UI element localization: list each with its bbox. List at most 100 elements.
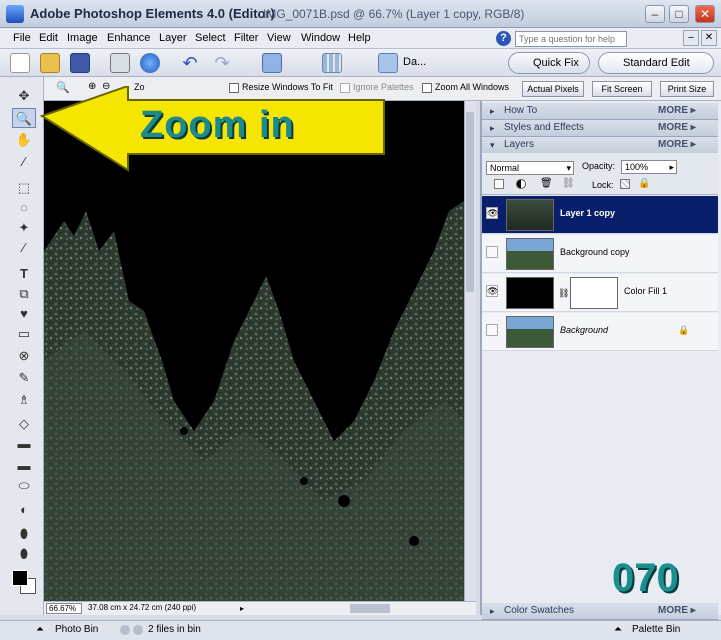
layer-row-background-copy[interactable]: Background copy <box>482 235 718 273</box>
document-dimensions: 37.08 cm x 24.72 cm (240 ppi) <box>88 603 197 612</box>
layer-name: Background copy <box>560 247 630 257</box>
layer-row-layer1copy[interactable]: 👁 Layer 1 copy <box>482 196 718 234</box>
brush-tool-icon[interactable]: ▬ <box>12 434 36 454</box>
zoom-tool-icon[interactable]: 🔍 <box>12 108 36 128</box>
styles-more-button[interactable]: MORE ▸ <box>658 120 696 136</box>
magic-wand-tool-icon[interactable]: ✦ <box>12 218 36 238</box>
print-icon[interactable] <box>110 53 130 73</box>
photo-bin-toggle-icon[interactable]: ⏶ <box>36 624 44 635</box>
print-size-button[interactable]: Print Size <box>660 81 714 97</box>
delete-layer-icon[interactable]: 🗑 <box>540 178 553 189</box>
vertical-scroll-thumb[interactable] <box>466 112 474 292</box>
menu-image[interactable]: Image <box>67 32 98 44</box>
eraser-tool-icon[interactable]: ◇ <box>12 414 36 434</box>
help-search-input[interactable] <box>515 31 627 47</box>
date-view-label[interactable]: Da... <box>403 56 426 68</box>
zoom-level-field[interactable]: 66.67% <box>46 603 82 614</box>
menu-layer[interactable]: Layer <box>159 32 187 44</box>
lock-icon: 🔒 <box>678 325 690 335</box>
help-icon[interactable]: ? <box>496 31 511 46</box>
eyedropper-tool-icon[interactable]: ⁄ <box>12 152 36 172</box>
color-swatches-palette-header[interactable]: ▸ Color Swatches MORE ▸ <box>482 603 718 620</box>
visibility-toggle[interactable] <box>486 246 498 258</box>
menu-help[interactable]: Help <box>348 32 371 44</box>
horizontal-scroll-thumb[interactable] <box>350 604 390 613</box>
palette-bin-toggle-icon[interactable]: ⏶ <box>614 624 622 635</box>
fit-screen-button[interactable]: Fit Screen <box>592 81 652 97</box>
paint-bucket-tool-icon[interactable]: ▬ <box>12 456 36 476</box>
selection-brush-tool-icon[interactable]: ∕ <box>12 238 36 258</box>
status-menu-arrow-icon[interactable]: ▸ <box>240 604 248 613</box>
link-layer-icon[interactable]: ⛓ <box>562 178 575 189</box>
layer-row-background[interactable]: Background 🔒 <box>482 313 718 351</box>
swatches-more-button[interactable]: MORE ▸ <box>658 603 696 619</box>
opacity-input[interactable]: 100% ▸ <box>621 160 677 174</box>
straighten-tool-icon[interactable]: ▭ <box>12 324 36 344</box>
lock-all-icon[interactable]: 🔒 <box>638 178 650 189</box>
healing-brush-tool-icon[interactable]: ✎ <box>12 368 36 388</box>
undo-icon[interactable]: ↶ <box>180 53 200 73</box>
cookie-cutter-tool-icon[interactable]: ♥ <box>12 304 36 324</box>
redo-icon[interactable]: ↷ <box>212 53 232 73</box>
next-file-icon[interactable] <box>133 625 143 635</box>
shape-tool-icon[interactable]: ◐ <box>12 500 36 520</box>
document-close-button[interactable]: ✕ <box>701 30 717 46</box>
organizer-icon[interactable] <box>262 53 282 73</box>
clone-stamp-tool-icon[interactable]: ♗ <box>12 390 36 410</box>
type-tool-icon[interactable]: T <box>12 264 36 284</box>
blur-tool-icon[interactable]: ⬮ <box>12 524 36 544</box>
menu-file[interactable]: File <box>13 32 31 44</box>
crop-tool-icon[interactable]: ⧉ <box>12 284 36 304</box>
how-to-palette-header[interactable]: ▸ How To MORE ▸ <box>482 103 718 120</box>
zoom-in-callout: Zoom in <box>140 104 295 146</box>
close-button[interactable]: ✕ <box>695 5 715 23</box>
menu-select[interactable]: Select <box>195 32 226 44</box>
opacity-label: Opacity: <box>582 161 616 171</box>
menu-enhance[interactable]: Enhance <box>107 32 150 44</box>
styles-palette-header[interactable]: ▸ Styles and Effects MORE ▸ <box>482 120 718 137</box>
marquee-tool-icon[interactable]: ⬚ <box>12 178 36 198</box>
online-services-icon[interactable] <box>140 53 160 73</box>
layer-name: Layer 1 copy <box>560 208 616 218</box>
minimize-button[interactable]: – <box>645 5 665 23</box>
sponge-tool-icon[interactable]: ⬮ <box>12 544 36 564</box>
gradient-tool-icon[interactable]: ⬭ <box>12 476 36 496</box>
menu-view[interactable]: View <box>267 32 291 44</box>
red-eye-tool-icon[interactable]: ⊗ <box>12 346 36 366</box>
blend-mode-select[interactable]: Normal ▾ <box>486 161 574 175</box>
new-layer-icon[interactable] <box>494 179 504 189</box>
menu-edit[interactable]: Edit <box>39 32 58 44</box>
menu-filter[interactable]: Filter <box>234 32 258 44</box>
lasso-tool-icon[interactable]: ◌ <box>12 198 36 218</box>
lock-transparency-icon[interactable] <box>620 179 630 189</box>
photo-bin-label[interactable]: Photo Bin <box>55 624 98 635</box>
layer-name: Color Fill 1 <box>624 286 668 296</box>
date-view-icon[interactable] <box>378 53 398 73</box>
save-icon[interactable] <box>70 53 90 73</box>
menu-window[interactable]: Window <box>301 32 340 44</box>
standard-edit-button[interactable]: Standard Edit <box>598 52 714 74</box>
how-to-more-button[interactable]: MORE ▸ <box>658 103 696 119</box>
palette-bin-label[interactable]: Palette Bin <box>632 624 680 635</box>
maximize-button[interactable]: □ <box>669 5 689 23</box>
layer-row-color-fill[interactable]: 👁 ⛓ Color Fill 1 <box>482 274 718 312</box>
create-icon[interactable] <box>322 53 342 73</box>
actual-pixels-button[interactable]: Actual Pixels <box>522 81 584 97</box>
visibility-eye-icon[interactable]: 👁 <box>486 207 498 219</box>
zoom-all-windows-checkbox[interactable] <box>422 83 432 93</box>
fill-thumbnail <box>506 277 554 309</box>
quick-fix-button[interactable]: Quick Fix <box>508 52 590 74</box>
visibility-eye-icon[interactable]: 👁 <box>486 285 498 297</box>
previous-file-icon[interactable] <box>120 625 130 635</box>
layers-palette-header[interactable]: ▾ Layers MORE ▸ <box>482 137 718 154</box>
opacity-value: 100% <box>625 162 649 172</box>
new-icon[interactable] <box>10 53 30 73</box>
document-minimize-button[interactable]: – <box>683 30 699 46</box>
hand-tool-icon[interactable]: ✋ <box>12 130 36 150</box>
adjustment-layer-icon[interactable] <box>516 179 526 189</box>
mask-link-icon: ⛓ <box>558 288 570 298</box>
visibility-toggle[interactable] <box>486 324 498 336</box>
move-tool-icon[interactable]: ✥ <box>12 86 36 106</box>
layers-more-button[interactable]: MORE ▸ <box>658 137 696 153</box>
open-icon[interactable] <box>40 53 60 73</box>
